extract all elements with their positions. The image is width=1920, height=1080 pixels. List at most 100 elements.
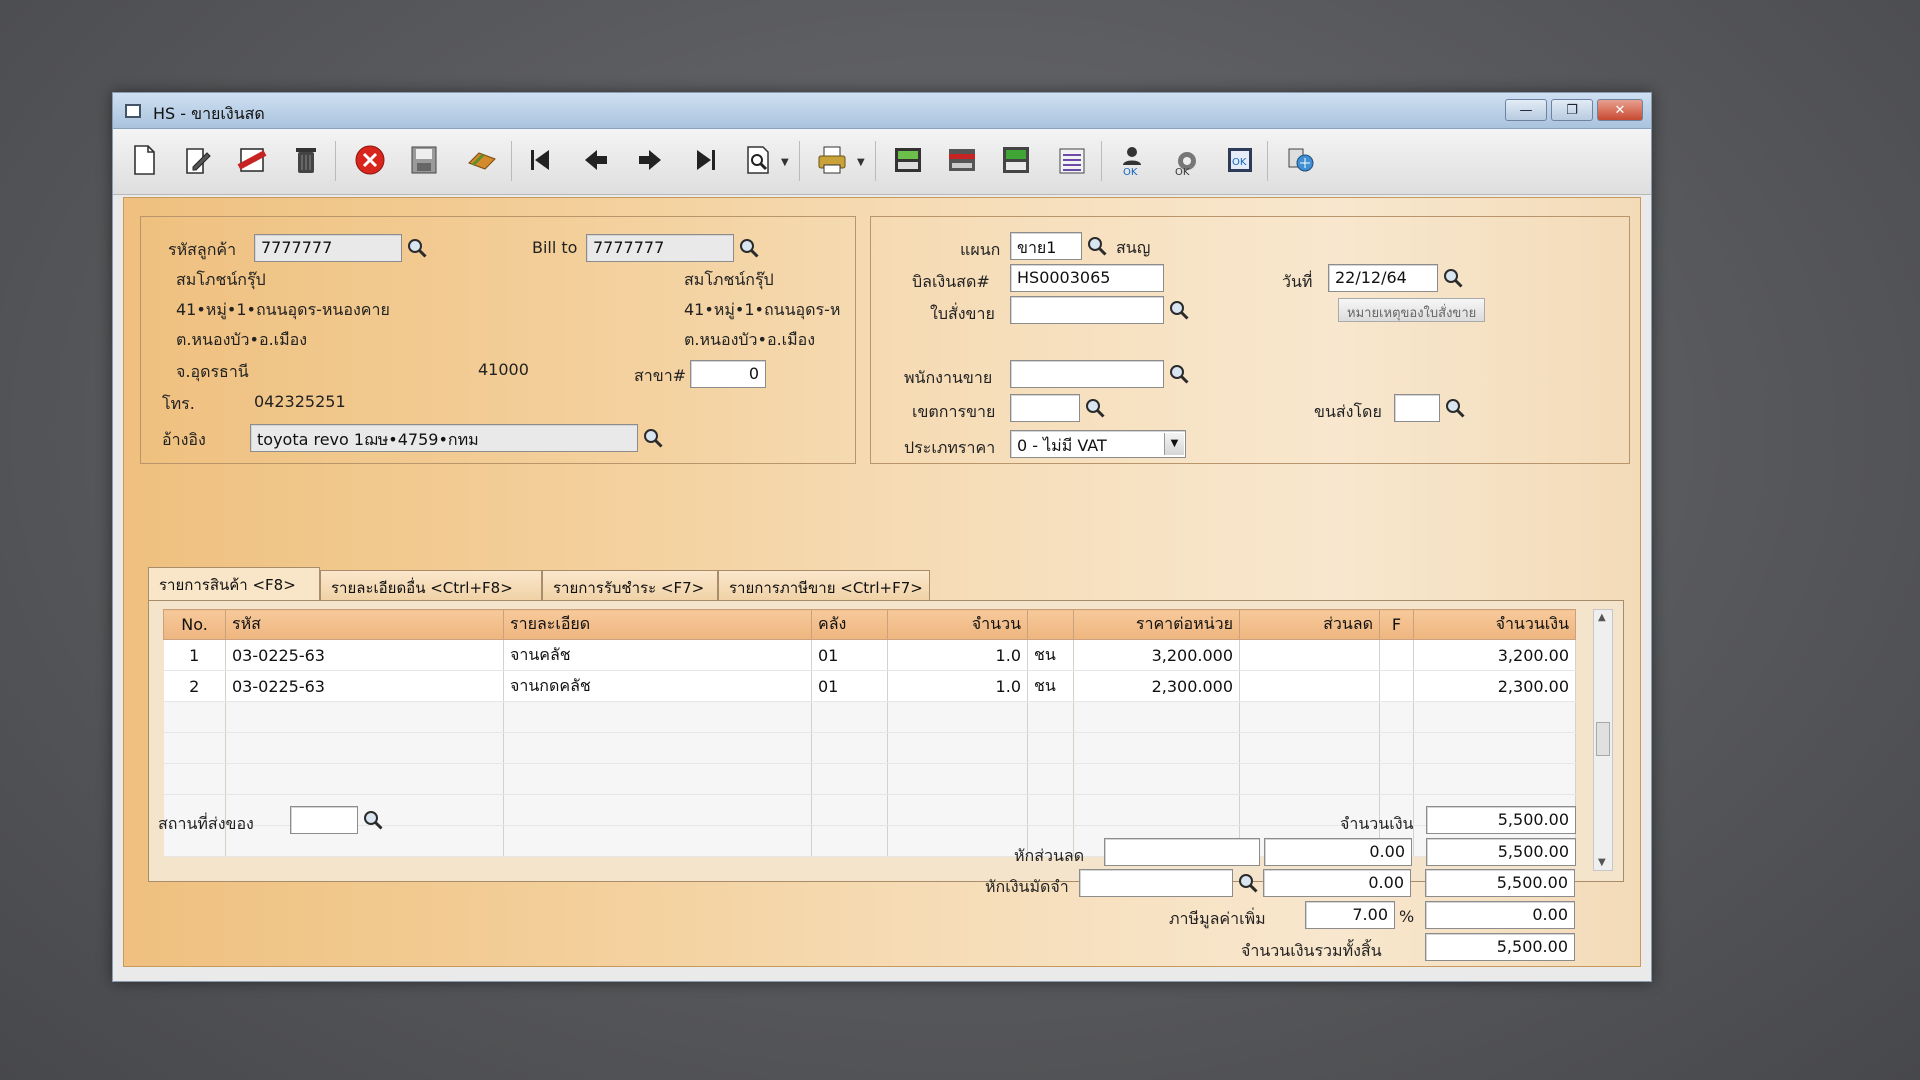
sales-area-search-icon[interactable]: [1082, 395, 1108, 421]
sales-area-field[interactable]: [1010, 394, 1080, 422]
cancel-icon[interactable]: [351, 141, 389, 179]
vat-rate-field[interactable]: 7.00: [1305, 901, 1395, 929]
minimize-button[interactable]: —: [1505, 99, 1547, 121]
cell-unit[interactable]: ชน: [1027, 670, 1074, 702]
empty-row[interactable]: [163, 701, 1576, 733]
print-icon[interactable]: [813, 141, 851, 179]
col-unit-price[interactable]: ราคาต่อหน่วย: [1073, 609, 1240, 640]
tab-items[interactable]: รายการสินค้า <F8>: [148, 567, 320, 600]
title-bar[interactable]: HS - ขายเงินสด — ❐ ✕: [113, 93, 1651, 129]
col-flag[interactable]: F: [1379, 609, 1414, 640]
bill-to-search-icon[interactable]: [736, 235, 762, 261]
col-quantity[interactable]: จำนวน: [887, 609, 1028, 640]
delivery-search-icon[interactable]: [360, 807, 386, 833]
discount-value-field[interactable]: 0.00: [1264, 838, 1412, 866]
save-icon[interactable]: [405, 141, 443, 179]
cell-code[interactable]: 03-0225-63: [225, 670, 504, 702]
cell-description[interactable]: จานคลัช: [503, 639, 812, 671]
department-field[interactable]: ขาย1: [1010, 232, 1082, 260]
col-description[interactable]: รายละเอียด: [503, 609, 812, 640]
doc-ok-icon[interactable]: OK: [1221, 141, 1259, 179]
close-button[interactable]: ✕: [1597, 99, 1643, 121]
shipping-search-icon[interactable]: [1442, 395, 1468, 421]
new-icon[interactable]: [125, 141, 163, 179]
deposit-value-field[interactable]: 0.00: [1263, 869, 1411, 897]
cell-code[interactable]: 03-0225-63: [225, 639, 504, 671]
user-ok-icon[interactable]: OK: [1113, 141, 1151, 179]
grid-scrollbar[interactable]: ▲ ▼: [1593, 609, 1613, 871]
cell-no[interactable]: 2: [163, 670, 226, 702]
col-unit[interactable]: [1027, 609, 1074, 640]
order-note-button[interactable]: หมายเหตุของใบสั่งขาย: [1338, 298, 1486, 322]
empty-row[interactable]: [163, 732, 1576, 764]
edit-icon[interactable]: [179, 141, 217, 179]
reference-field[interactable]: toyota revo 1ฌษ•4759•กทม: [250, 424, 638, 452]
search-dropdown-icon[interactable]: ▼: [781, 157, 789, 168]
table-row[interactable]: 1 03-0225-63 จานคลัช 01 1.0 ชน 3,200.000…: [163, 639, 1576, 671]
table-row[interactable]: 2 03-0225-63 จานกดคลัช 01 1.0 ชน 2,300.0…: [163, 670, 1576, 702]
cell-amount[interactable]: 2,300.00: [1413, 670, 1576, 702]
first-icon[interactable]: [523, 141, 561, 179]
bill-number-field[interactable]: HS0003065: [1010, 264, 1164, 292]
price-type-select[interactable]: 0 - ไม่มี VAT: [1010, 430, 1186, 458]
department-search-icon[interactable]: [1084, 233, 1110, 259]
col-warehouse[interactable]: คลัง: [811, 609, 888, 640]
col-amount[interactable]: จำนวนเงิน: [1413, 609, 1576, 640]
tab-payments[interactable]: รายการรับชำระ <F7>: [542, 570, 718, 600]
empty-row[interactable]: [163, 763, 1576, 795]
cell-warehouse[interactable]: 01: [811, 670, 888, 702]
recalc-icon[interactable]: [1053, 141, 1091, 179]
calc-icon[interactable]: [889, 141, 927, 179]
scroll-down-icon[interactable]: ▼: [1598, 857, 1606, 868]
maximize-button[interactable]: ❐: [1551, 99, 1593, 121]
cell-unit-price[interactable]: 3,200.000: [1073, 639, 1240, 671]
card-icon[interactable]: [943, 141, 981, 179]
delivery-location-field[interactable]: [290, 806, 358, 834]
tool-ok-icon[interactable]: OK: [1167, 141, 1205, 179]
col-discount[interactable]: ส่วนลด: [1239, 609, 1380, 640]
discount-text-field[interactable]: [1104, 838, 1260, 866]
date-picker-icon[interactable]: [1440, 265, 1466, 291]
shipping-field[interactable]: [1394, 394, 1440, 422]
last-icon[interactable]: [685, 141, 723, 179]
deposit-text-field[interactable]: [1079, 869, 1233, 897]
cell-quantity[interactable]: 1.0: [887, 639, 1028, 671]
search-doc-icon[interactable]: [739, 141, 777, 179]
network-icon[interactable]: [1281, 141, 1319, 179]
tab-details[interactable]: รายละเอียดอื่น <Ctrl+F8>: [320, 570, 542, 600]
tab-sales-tax[interactable]: รายการภาษีขาย <Ctrl+F7>: [718, 570, 930, 600]
delete-icon[interactable]: [287, 141, 325, 179]
salesman-search-icon[interactable]: [1166, 361, 1192, 387]
col-code[interactable]: รหัส: [225, 609, 504, 640]
cell-quantity[interactable]: 1.0: [887, 670, 1028, 702]
cell-unit-price[interactable]: 2,300.000: [1073, 670, 1240, 702]
customer-search-icon[interactable]: [404, 235, 430, 261]
cell-description[interactable]: จานกดคลัช: [503, 670, 812, 702]
print-dropdown-icon[interactable]: ▼: [857, 157, 865, 168]
report-icon[interactable]: [997, 141, 1035, 179]
deposit-search-icon[interactable]: [1235, 870, 1261, 896]
cell-no[interactable]: 1: [163, 639, 226, 671]
customer-code-field[interactable]: 7777777: [254, 234, 402, 262]
next-icon[interactable]: [631, 141, 669, 179]
date-field[interactable]: 22/12/64: [1328, 264, 1438, 292]
sales-order-search-icon[interactable]: [1166, 297, 1192, 323]
sales-order-field[interactable]: [1010, 296, 1164, 324]
branch-field[interactable]: 0: [690, 360, 766, 388]
cell-flag[interactable]: [1379, 670, 1414, 702]
salesman-field[interactable]: [1010, 360, 1164, 388]
cell-discount[interactable]: [1239, 670, 1380, 702]
scroll-thumb[interactable]: [1596, 722, 1610, 756]
void-icon[interactable]: [233, 141, 271, 179]
bill-to-code-field[interactable]: 7777777: [586, 234, 734, 262]
chevron-down-icon[interactable]: ▼: [1164, 433, 1184, 455]
approve-icon[interactable]: [463, 141, 501, 179]
cell-unit[interactable]: ชน: [1027, 639, 1074, 671]
scroll-up-icon[interactable]: ▲: [1598, 612, 1606, 623]
cell-discount[interactable]: [1239, 639, 1380, 671]
prev-icon[interactable]: [577, 141, 615, 179]
cell-amount[interactable]: 3,200.00: [1413, 639, 1576, 671]
reference-search-icon[interactable]: [640, 425, 666, 451]
col-no[interactable]: No.: [163, 609, 226, 640]
cell-warehouse[interactable]: 01: [811, 639, 888, 671]
